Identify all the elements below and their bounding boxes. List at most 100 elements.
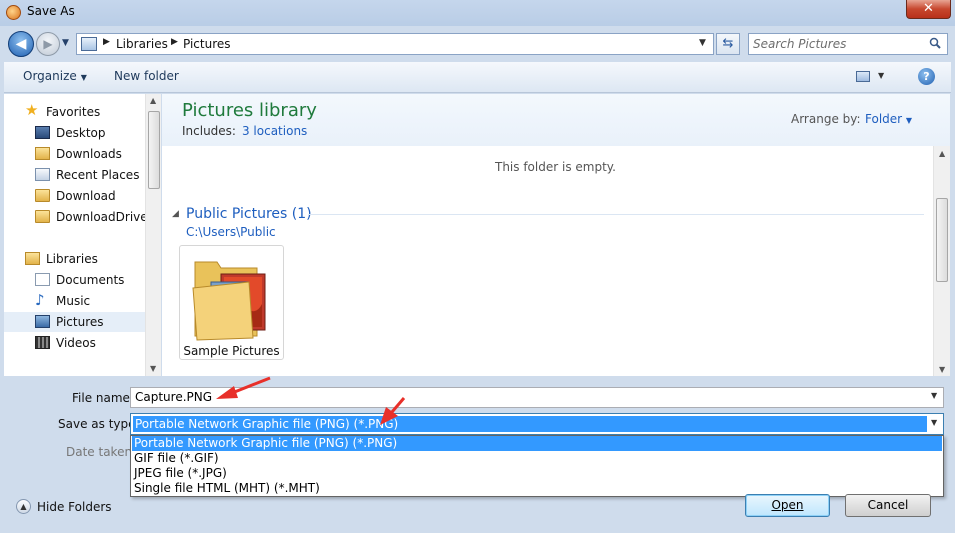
sidebar-item-documents[interactable]: Documents (4, 270, 145, 290)
hide-folders-button[interactable]: Hide Folders (37, 500, 112, 514)
sidebar-item-recent-places[interactable]: Recent Places (4, 165, 145, 185)
arrange-by-dropdown[interactable]: Folder ▼ (865, 112, 912, 126)
music-icon: ♪ (35, 291, 45, 309)
empty-folder-message: This folder is empty. (495, 160, 616, 174)
file-name-input[interactable] (135, 390, 915, 404)
folder-icon (35, 210, 50, 223)
file-name-label: File name: (72, 391, 134, 405)
library-header: Pictures library Includes: 3 locations Ar… (162, 94, 950, 146)
chevron-down-icon[interactable]: ▼ (931, 391, 937, 400)
sidebar-item-label: Download (56, 189, 116, 203)
sidebar-item-label: Music (56, 294, 91, 308)
hide-folders-icon[interactable]: ▲ (16, 499, 31, 514)
library-title: Pictures library (182, 100, 317, 121)
documents-icon (35, 273, 50, 286)
sidebar-item-videos[interactable]: Videos (4, 333, 145, 353)
downloads-folder-icon (35, 147, 50, 160)
change-view-icon[interactable] (856, 71, 870, 82)
sidebar-item-favorites[interactable]: ★ Favorites (4, 102, 145, 122)
new-folder-button[interactable]: New folder (114, 69, 179, 83)
sidebar-item-downloads[interactable]: Downloads (4, 144, 145, 164)
sidebar-item-label: Libraries (46, 252, 98, 266)
desktop-icon (35, 126, 50, 139)
close-button[interactable]: ✕ (906, 0, 951, 19)
group-divider (308, 214, 924, 215)
scroll-up-icon[interactable]: ▲ (939, 149, 945, 158)
recent-places-icon (35, 168, 50, 181)
sidebar-item-label: DownloadDriver (56, 210, 153, 224)
save-type-option-png[interactable]: Portable Network Graphic file (PNG) (*.P… (132, 436, 942, 451)
file-list-pane: Pictures library Includes: 3 locations Ar… (162, 94, 950, 376)
organize-label: Organize (23, 69, 77, 83)
command-bar: Organize ▼ New folder ▼ ? (4, 62, 951, 93)
breadcrumb-separator-icon[interactable]: ▶ (171, 37, 178, 47)
group-path: C:\Users\Public (186, 225, 276, 239)
recent-pages-dropdown[interactable]: ▼ (62, 38, 69, 48)
save-type-option-gif[interactable]: GIF file (*.GIF) (132, 451, 942, 466)
sidebar-item-pictures[interactable]: Pictures (4, 312, 145, 332)
pictures-icon (35, 315, 50, 328)
sidebar-item-label: Recent Places (56, 168, 140, 182)
address-bar[interactable]: ▶ Libraries ▶ Pictures ▼ (76, 33, 714, 55)
locations-link[interactable]: 3 locations (242, 124, 307, 138)
sidebar-item-label: Favorites (46, 105, 101, 119)
navigation-pane: ★ Favorites Desktop Downloads Recent Pla… (4, 94, 161, 376)
sidebar-item-libraries[interactable]: Libraries (4, 249, 145, 269)
breadcrumb-separator-icon[interactable]: ▶ (103, 37, 110, 47)
sidebar-item-music[interactable]: ♪ Music (4, 291, 145, 311)
videos-icon (35, 336, 50, 349)
scrollbar-thumb[interactable] (936, 198, 948, 282)
help-icon[interactable]: ? (918, 68, 935, 85)
search-icon[interactable] (929, 37, 941, 49)
save-as-type-value: Portable Network Graphic file (PNG) (*.P… (133, 416, 927, 432)
address-history-dropdown[interactable]: ▼ (699, 38, 706, 48)
scroll-up-icon[interactable]: ▲ (150, 96, 156, 105)
file-name-field[interactable]: ▼ (130, 387, 944, 408)
date-taken-label: Date taken: (66, 445, 137, 459)
sidebar-item-label: Desktop (56, 126, 106, 140)
libraries-icon (25, 252, 40, 265)
group-header[interactable]: Public Pictures (1) (186, 206, 312, 222)
save-as-type-options: Portable Network Graphic file (PNG) (*.P… (130, 435, 944, 497)
scroll-down-icon[interactable]: ▼ (150, 364, 156, 373)
scroll-down-icon[interactable]: ▼ (939, 365, 945, 374)
breadcrumb-libraries[interactable]: Libraries (116, 37, 168, 51)
library-icon (81, 37, 97, 51)
folder-icon (35, 189, 50, 202)
sidebar-item-label: Downloads (56, 147, 122, 161)
view-options-dropdown[interactable]: ▼ (878, 71, 884, 80)
search-input[interactable] (753, 37, 923, 51)
sidebar-item-desktop[interactable]: Desktop (4, 123, 145, 143)
chevron-down-icon: ▼ (80, 73, 87, 82)
scrollbar-thumb[interactable] (148, 111, 160, 189)
sidebar-scrollbar[interactable]: ▲ ▼ (145, 94, 161, 376)
star-icon: ★ (25, 101, 39, 119)
back-button[interactable]: ◀ (8, 31, 34, 57)
arrange-by-label: Arrange by: (791, 112, 861, 126)
sidebar-item-downloaddriver[interactable]: DownloadDriver (4, 207, 153, 227)
save-type-option-jpg[interactable]: JPEG file (*.JPG) (132, 466, 942, 481)
sidebar-item-label: Videos (56, 336, 96, 350)
folder-icon (192, 261, 266, 341)
open-button[interactable]: Open (745, 494, 830, 517)
includes-label: Includes: (182, 124, 236, 138)
breadcrumb-pictures[interactable]: Pictures (183, 37, 231, 51)
save-as-type-label: Save as type: (58, 417, 140, 431)
folder-item-sample-pictures[interactable]: Sample Pictures (179, 245, 284, 360)
file-list-scrollbar[interactable]: ▲ ▼ (933, 146, 950, 376)
library-includes: Includes: 3 locations (182, 124, 307, 138)
chevron-down-icon[interactable]: ▼ (931, 418, 937, 427)
search-box[interactable] (748, 33, 948, 55)
cancel-button[interactable]: Cancel (845, 494, 931, 517)
open-button-label: Open (771, 498, 804, 512)
sidebar-item-label: Pictures (56, 315, 104, 329)
organize-button[interactable]: Organize ▼ (23, 69, 87, 83)
collapse-group-icon[interactable]: ◢ (172, 209, 179, 219)
sidebar-item-download[interactable]: Download (4, 186, 145, 206)
refresh-button[interactable]: ⇆ (716, 33, 740, 55)
save-as-type-select[interactable]: Portable Network Graphic file (PNG) (*.P… (130, 413, 944, 435)
forward-button[interactable]: ▶ (36, 32, 60, 56)
sidebar-item-label: Documents (56, 273, 125, 287)
arrange-by-value: Folder (865, 112, 903, 126)
window-title: Save As (27, 4, 75, 18)
